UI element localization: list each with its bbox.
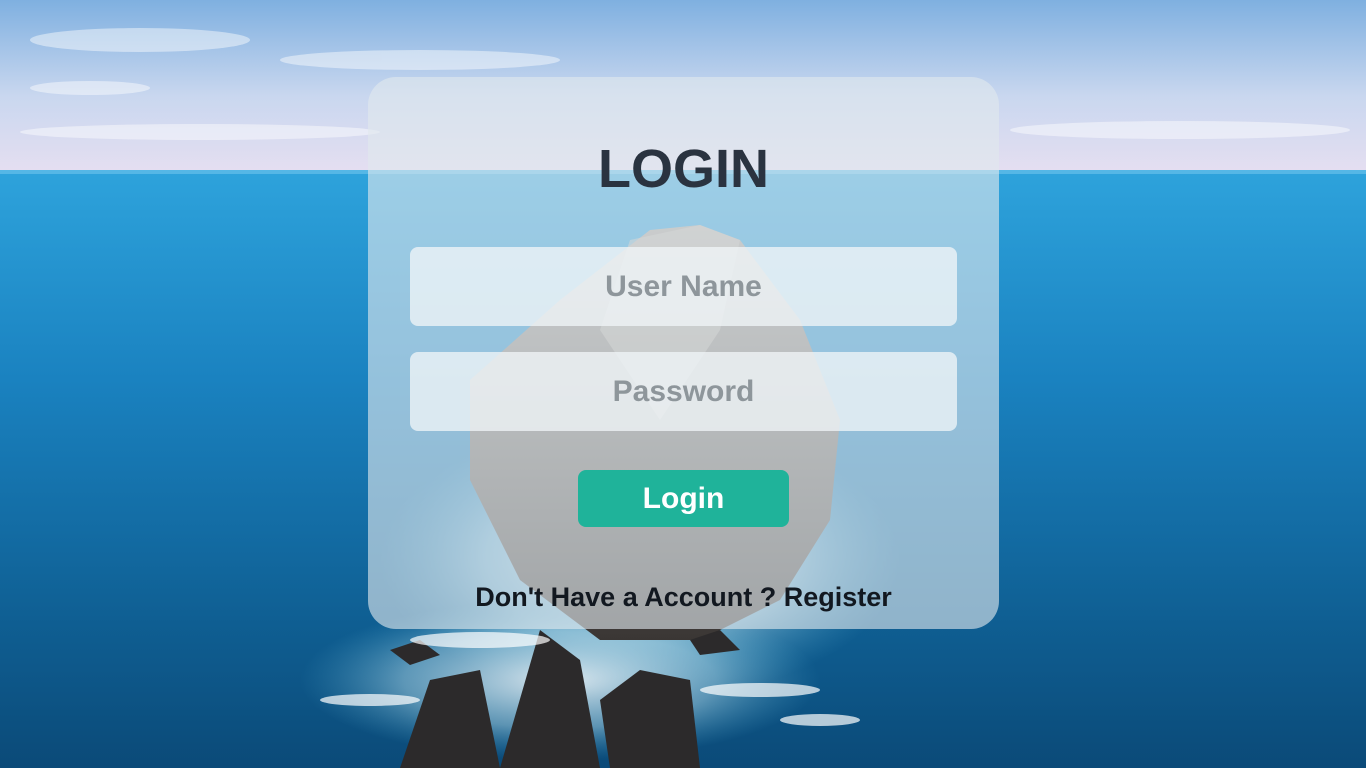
password-input[interactable]: [410, 352, 957, 431]
login-title: LOGIN: [598, 139, 769, 199]
username-input[interactable]: [410, 247, 957, 326]
login-card: LOGIN Login Don't Have a Account ? Regis…: [368, 77, 999, 629]
register-link[interactable]: Don't Have a Account ? Register: [368, 582, 999, 613]
login-page: LOGIN Login Don't Have a Account ? Regis…: [0, 0, 1366, 768]
login-button[interactable]: Login: [578, 470, 789, 527]
